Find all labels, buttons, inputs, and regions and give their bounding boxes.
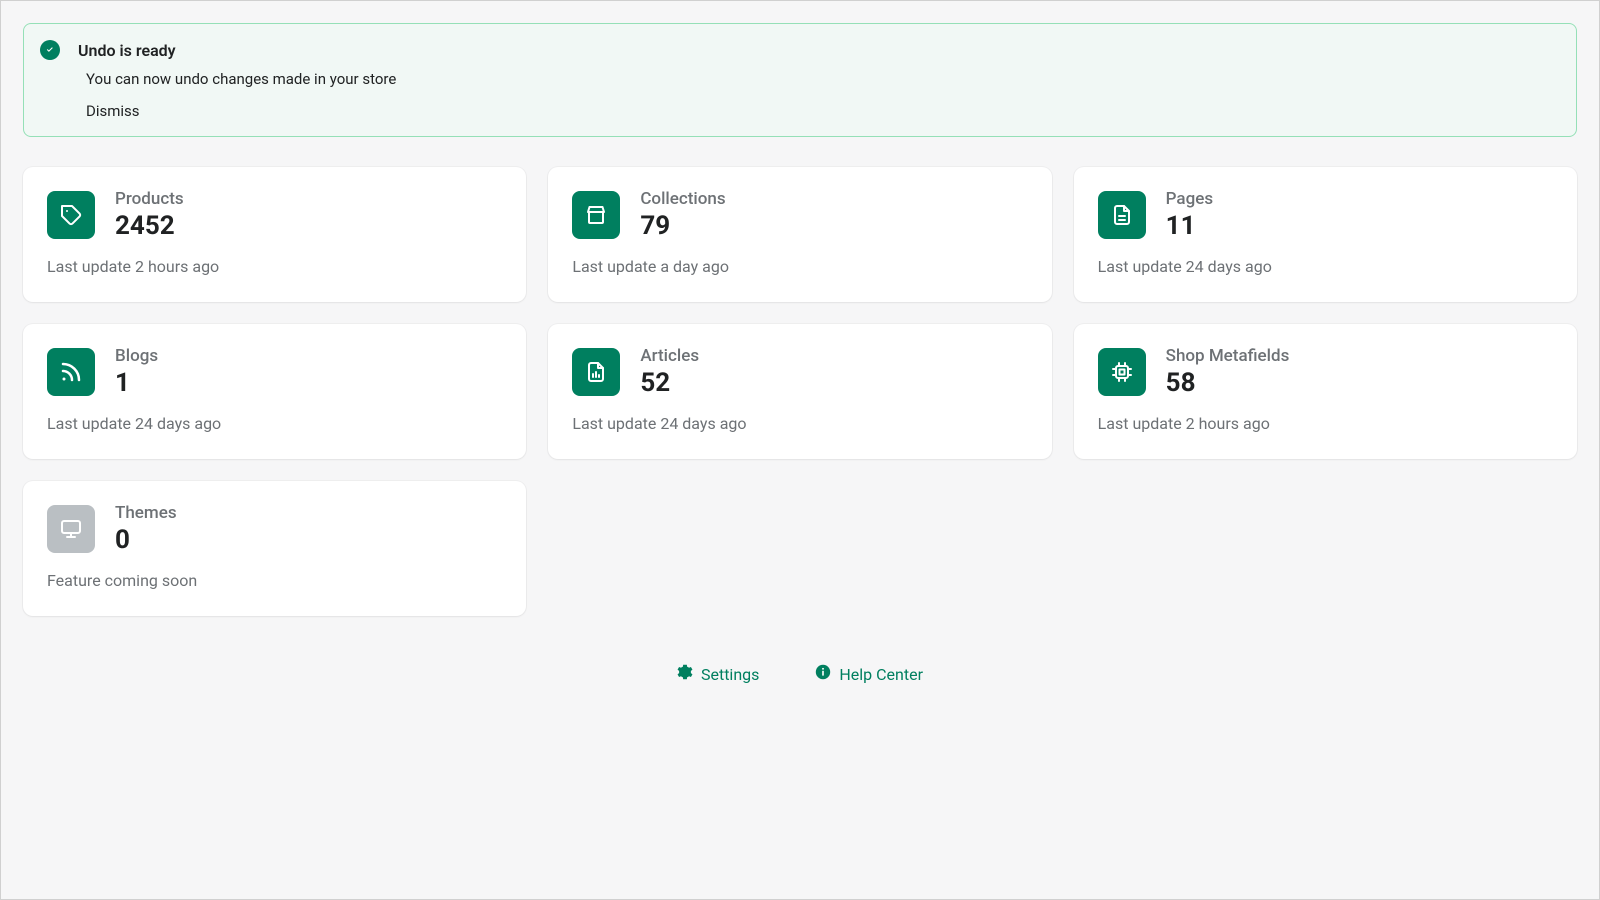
card-text: Products2452	[115, 189, 184, 241]
card-label: Blogs	[115, 346, 158, 366]
card-head: Pages11	[1098, 189, 1553, 241]
settings-link[interactable]: Settings	[677, 664, 759, 684]
notification-banner: Undo is ready You can now undo changes m…	[23, 23, 1577, 137]
tag-icon	[47, 191, 95, 239]
banner-description: You can now undo changes made in your st…	[86, 70, 1560, 88]
card-text: Themes0	[115, 503, 177, 555]
card-head: Collections79	[572, 189, 1027, 241]
card-subtext: Last update 2 hours ago	[1098, 414, 1553, 433]
card-products[interactable]: Products2452 Last update 2 hours ago	[23, 167, 526, 302]
card-pages[interactable]: Pages11 Last update 24 days ago	[1074, 167, 1577, 302]
help-link[interactable]: Help Center	[815, 664, 923, 684]
card-subtext: Last update 24 days ago	[47, 414, 502, 433]
card-label: Themes	[115, 503, 177, 523]
rss-icon	[47, 348, 95, 396]
card-value: 1	[115, 368, 158, 398]
check-circle-icon	[40, 40, 60, 60]
card-subtext: Last update 24 days ago	[572, 414, 1027, 433]
document-chart-icon	[572, 348, 620, 396]
monitor-icon	[47, 505, 95, 553]
card-subtext: Last update 2 hours ago	[47, 257, 502, 276]
card-label: Collections	[640, 189, 725, 209]
card-text: Pages11	[1166, 189, 1213, 241]
card-collections[interactable]: Collections79 Last update a day ago	[548, 167, 1051, 302]
banner-header: Undo is ready	[40, 40, 1560, 60]
card-head: Shop Metafields58	[1098, 346, 1553, 398]
card-subtext: Last update 24 days ago	[1098, 257, 1553, 276]
card-label: Pages	[1166, 189, 1213, 209]
card-value: 2452	[115, 211, 184, 241]
card-shop-metafields[interactable]: Shop Metafields58 Last update 2 hours ago	[1074, 324, 1577, 459]
card-text: Articles52	[640, 346, 699, 398]
banner-title: Undo is ready	[78, 41, 176, 60]
storefront-icon	[572, 191, 620, 239]
card-subtext: Last update a day ago	[572, 257, 1027, 276]
card-blogs[interactable]: Blogs1 Last update 24 days ago	[23, 324, 526, 459]
card-value: 11	[1166, 211, 1213, 241]
help-label: Help Center	[839, 665, 923, 684]
cards-grid: Products2452 Last update 2 hours ago Colle…	[23, 167, 1577, 616]
card-articles[interactable]: Articles52 Last update 24 days ago	[548, 324, 1051, 459]
card-text: Shop Metafields58	[1166, 346, 1290, 398]
footer-links: Settings Help Center	[23, 664, 1577, 684]
card-label: Shop Metafields	[1166, 346, 1290, 366]
page-icon	[1098, 191, 1146, 239]
card-head: Themes0	[47, 503, 502, 555]
gear-icon	[677, 664, 693, 684]
settings-label: Settings	[701, 665, 759, 684]
card-label: Products	[115, 189, 184, 209]
chip-icon	[1098, 348, 1146, 396]
card-text: Collections79	[640, 189, 725, 241]
card-head: Products2452	[47, 189, 502, 241]
card-label: Articles	[640, 346, 699, 366]
card-value: 58	[1166, 368, 1290, 398]
card-head: Blogs1	[47, 346, 502, 398]
card-text: Blogs1	[115, 346, 158, 398]
dismiss-button[interactable]: Dismiss	[86, 102, 140, 120]
card-value: 0	[115, 525, 177, 555]
card-value: 52	[640, 368, 699, 398]
info-circle-icon	[815, 664, 831, 684]
card-subtext: Feature coming soon	[47, 571, 502, 590]
card-head: Articles52	[572, 346, 1027, 398]
card-themes[interactable]: Themes0 Feature coming soon	[23, 481, 526, 616]
card-value: 79	[640, 211, 725, 241]
